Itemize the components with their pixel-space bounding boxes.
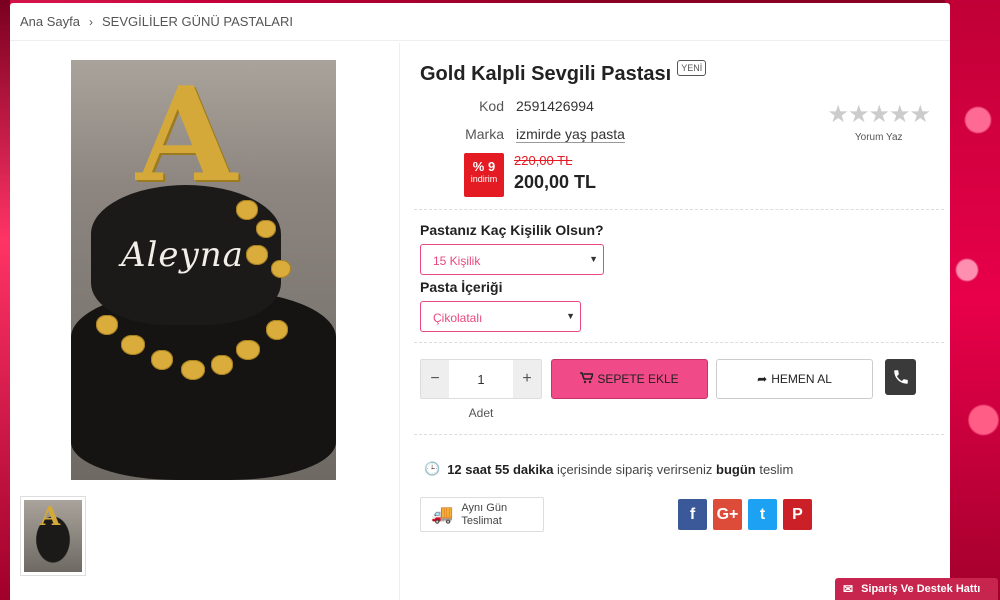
gold-heart-decoration: [96, 315, 118, 335]
buy-now-button[interactable]: ➦ HEMEN AL: [716, 359, 873, 399]
bottom-row: 🚚 Aynı Gün Teslimat f G+ t P: [420, 497, 950, 532]
gold-heart-decoration: [151, 350, 173, 370]
buy-now-label: HEMEN AL: [771, 372, 832, 386]
cake-name-writing: Aleyna: [121, 235, 244, 275]
envelope-icon: ✉: [843, 582, 854, 596]
write-review-link[interactable]: Yorum Yaz: [827, 132, 930, 143]
gold-heart-decoration: [266, 320, 288, 340]
product-thumbnail[interactable]: [20, 496, 86, 576]
product-title: Gold Kalpli Sevgili Pastası: [420, 63, 672, 85]
rating-block: ★★★★★ Yorum Yaz: [827, 100, 931, 143]
quantity-decrease-button[interactable]: −: [421, 360, 449, 398]
truck-icon: 🚚: [431, 504, 454, 524]
google-plus-icon[interactable]: G+: [713, 499, 742, 530]
add-to-cart-label: SEPETE EKLE: [597, 372, 679, 386]
size-select-value: 15 Kişilik: [433, 254, 481, 268]
divider: [414, 342, 944, 343]
delivery-day: bugün: [716, 461, 756, 477]
buy-row: − 1 + Adet SEPETE EKLE ➦ HEMEN AL: [420, 359, 950, 420]
rating-stars-icon[interactable]: ★★★★★: [827, 100, 931, 129]
support-hotline-button[interactable]: ✉ Sipariş Ve Destek Hattı: [835, 578, 998, 600]
content-option-label: Pasta İçeriği: [420, 279, 503, 295]
cake-letter-topper: A: [136, 60, 237, 211]
content-select[interactable]: Çikolatalı ▼: [420, 301, 581, 332]
same-day-delivery-badge: 🚚 Aynı Gün Teslimat: [420, 497, 544, 532]
old-price: 220,00 TL: [514, 153, 573, 168]
product-info: Gold Kalpli Sevgili Pastası YENİ ★★★★★ Y…: [414, 43, 950, 532]
gold-heart-decoration: [121, 335, 145, 355]
breadcrumb-category-link[interactable]: SEVGİLİLER GÜNÜ PASTALARI: [102, 14, 293, 29]
social-share: f G+ t P: [678, 499, 818, 530]
support-label: Sipariş Ve Destek Hattı: [861, 583, 981, 595]
quantity-stepper: − 1 +: [420, 359, 542, 399]
product-main-image[interactable]: A Aleyna: [71, 60, 336, 480]
product-code-label: Kod: [479, 98, 504, 114]
chevron-down-icon: ▼: [589, 254, 598, 264]
gold-heart-decoration: [236, 200, 258, 220]
background-left: [0, 0, 10, 600]
delivery-time: 12 saat 55 dakika: [447, 461, 554, 477]
same-day-text: Aynı Gün Teslimat: [461, 502, 507, 528]
product-panel: Ana Sayfa › SEVGİLİLER GÜNÜ PASTALARI A …: [10, 3, 950, 600]
breadcrumb: Ana Sayfa › SEVGİLİLER GÜNÜ PASTALARI: [10, 3, 950, 41]
discount-percent: % 9: [472, 159, 496, 174]
discount-label: indirim: [470, 174, 498, 184]
discount-badge: % 9 indirim: [464, 153, 504, 197]
prices: 220,00 TL 200,00 TL: [514, 153, 596, 193]
size-select[interactable]: 15 Kişilik ▼: [420, 244, 604, 275]
delivery-text: 12 saat 55 dakika içerisinde sipariş ver…: [447, 462, 793, 477]
quantity-increase-button[interactable]: +: [513, 360, 541, 398]
chevron-down-icon: ▼: [566, 311, 575, 321]
gold-heart-decoration: [211, 355, 233, 375]
divider: [414, 434, 944, 435]
product-code-value: 2591426994: [516, 98, 594, 114]
product-gallery: A Aleyna: [10, 43, 400, 600]
add-to-cart-button[interactable]: SEPETE EKLE: [551, 359, 708, 399]
thumbnail-image: [24, 500, 82, 572]
breadcrumb-home-link[interactable]: Ana Sayfa: [20, 14, 80, 29]
quantity-input[interactable]: 1: [449, 360, 513, 398]
delivery-countdown: 🕒 12 saat 55 dakika içerisinde sipariş v…: [424, 461, 950, 477]
cart-icon: [580, 371, 595, 387]
facebook-icon[interactable]: f: [678, 499, 707, 530]
delivery-end-text: teslim: [755, 461, 794, 477]
delivery-middle-text: içerisinde sipariş verirseniz: [553, 461, 716, 477]
gold-heart-decoration: [256, 220, 276, 238]
background-right: [945, 0, 1000, 600]
new-badge: YENİ: [677, 59, 707, 76]
clock-icon: 🕒: [424, 461, 441, 476]
same-day-line1: Aynı Gün: [461, 501, 508, 514]
divider: [414, 209, 944, 210]
breadcrumb-separator-icon: ›: [89, 14, 93, 29]
gold-heart-decoration: [246, 245, 268, 265]
pinterest-icon[interactable]: P: [783, 499, 812, 530]
size-option-label: Pastanız Kaç Kişilik Olsun?: [420, 222, 604, 238]
price-row: % 9 indirim 220,00 TL 200,00 TL: [464, 153, 950, 197]
same-day-line2: Teslimat: [461, 514, 502, 527]
gold-heart-decoration: [181, 360, 205, 380]
gold-heart-decoration: [236, 340, 260, 360]
content-select-value: Çikolatalı: [433, 311, 483, 325]
title-row: Gold Kalpli Sevgili Pastası YENİ: [420, 59, 950, 86]
share-arrow-icon: ➦: [757, 372, 768, 386]
product-brand-label: Marka: [465, 126, 504, 142]
gold-heart-decoration: [271, 260, 291, 278]
twitter-icon[interactable]: t: [748, 499, 777, 530]
current-price: 200,00 TL: [514, 172, 597, 192]
quantity-block: − 1 + Adet: [420, 359, 542, 420]
product-brand-link[interactable]: izmirde yaş pasta: [516, 126, 625, 143]
phone-icon[interactable]: [885, 359, 916, 395]
quantity-label: Adet: [468, 406, 494, 420]
